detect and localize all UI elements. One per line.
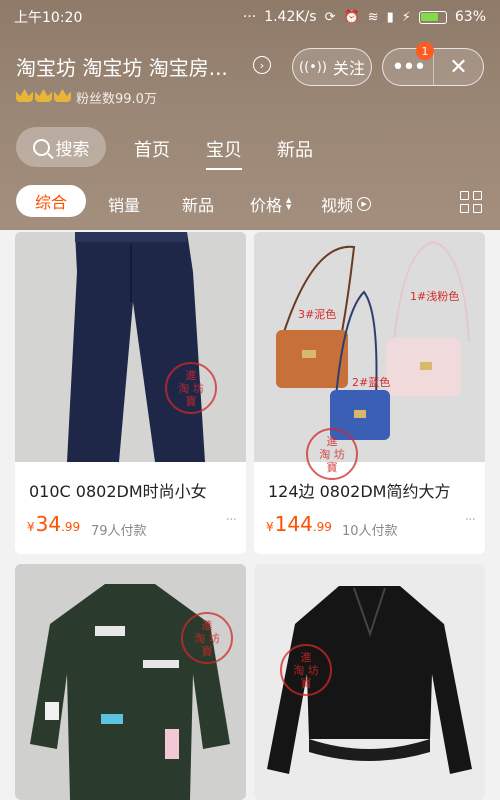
notification-badge: 1 [416, 42, 434, 60]
crown-icon [35, 89, 52, 102]
status-time: 上午10:20 [14, 10, 83, 26]
crown-icon [16, 89, 33, 102]
shop-name[interactable]: 淘宝坊 淘宝坊 淘宝房... [16, 52, 271, 81]
follow-label: 关注 [332, 59, 365, 78]
filter-new-label: 新品 [182, 196, 215, 215]
bag-label: 1#浅粉色 [410, 290, 460, 303]
product-image[interactable]: 進 淘 坊 寶 [254, 564, 485, 800]
tab-home[interactable]: 首页 [134, 136, 170, 162]
battery-icon [418, 10, 447, 24]
product-image[interactable]: 進 淘 坊 寶 [15, 564, 246, 800]
search-icon [32, 138, 50, 156]
alarm-icon: ⏰ [343, 9, 360, 25]
close-button[interactable]: ✕ [432, 49, 483, 85]
sold-count: 79人付款 [91, 524, 147, 539]
filter-bar: 综合 销量 新品 价格 ▲ ▼ 视频 ▶ [0, 185, 500, 221]
bag-label: 2#蓝色 [352, 376, 391, 389]
status-dots: ··· [242, 9, 257, 25]
charging-icon: ⚡ [401, 9, 411, 25]
product-title[interactable]: 010C 0802DM时尚小女 [29, 478, 236, 502]
filter-sales[interactable]: 销量 [108, 192, 140, 216]
grid-view-icon[interactable] [460, 191, 482, 213]
fans-count: 粉丝数99.0万 [76, 92, 157, 107]
more-dots-icon[interactable]: ··· [226, 512, 237, 528]
bag-label: 3#泥色 [298, 308, 337, 321]
filter-video-label: 视频 [321, 196, 354, 215]
product-price: ¥ 144 .99 [266, 512, 332, 536]
product-price: ¥ 34 .99 [27, 512, 81, 536]
follow-button[interactable]: ((•)) 关注 [292, 48, 372, 86]
battery-percent: 63% [454, 9, 486, 25]
watermark-stamp: 進 淘 坊 寶 [306, 428, 358, 480]
product-image[interactable]: 進 淘 坊 寶 [15, 232, 246, 462]
tab-items[interactable]: 宝贝 [206, 136, 242, 170]
watermark-stamp: 進 淘 坊 寶 [165, 362, 217, 414]
chevron-right-icon[interactable]: › [253, 56, 271, 74]
jacket-image [15, 564, 246, 800]
filter-video[interactable]: 视频 ▶ [321, 192, 372, 216]
search-label: 搜索 [55, 139, 90, 160]
filter-all[interactable]: 综合 [16, 185, 86, 217]
product-card[interactable]: 進 淘 坊 寶 [15, 564, 246, 800]
play-icon: ▶ [357, 197, 372, 211]
filter-sales-label: 销量 [108, 196, 141, 215]
filter-new[interactable]: 新品 [182, 192, 214, 216]
product-card[interactable]: 進 淘 坊 寶 [254, 564, 485, 800]
product-card[interactable]: 3#泥色 1#浅粉色 2#蓝色 進 淘 坊 寶 124边 0802DM简约大方 … [254, 232, 485, 554]
watermark-stamp: 進 淘 坊 寶 [280, 644, 332, 696]
tab-new[interactable]: 新品 [277, 136, 313, 162]
status-bar: 上午10:20 ··· 1.42K/s ⟳ ⏰ ≋ ▮ ⚡ 63% [0, 0, 500, 34]
broadcast-icon: ((•)) [299, 59, 327, 75]
search-button[interactable]: 搜索 [16, 127, 106, 167]
sort-arrows-icon: ▲ ▼ [286, 196, 292, 211]
product-image[interactable]: 3#泥色 1#浅粉色 2#蓝色 進 淘 坊 寶 [254, 232, 485, 480]
filter-price-label: 价格 [250, 196, 283, 215]
filter-price[interactable]: 价格 ▲ ▼ [250, 192, 291, 216]
signal-icon: ▮ [386, 9, 394, 25]
sold-count: 10人付款 [342, 524, 398, 539]
wifi-icon: ≋ [367, 9, 379, 25]
bags-image [254, 232, 485, 462]
more-dots-icon[interactable]: ··· [465, 512, 476, 528]
sync-icon: ⟳ [324, 9, 336, 25]
crown-icon [54, 89, 71, 102]
shop-rating-crowns [16, 89, 71, 102]
network-speed: 1.42K/s [264, 9, 317, 25]
product-title[interactable]: 124边 0802DM简约大方 [268, 478, 475, 502]
pants-image [15, 232, 246, 462]
watermark-stamp: 進 淘 坊 寶 [181, 612, 233, 664]
product-card[interactable]: 進 淘 坊 寶 010C 0802DM时尚小女 ¥ 34 .99 79人付款 ·… [15, 232, 246, 554]
